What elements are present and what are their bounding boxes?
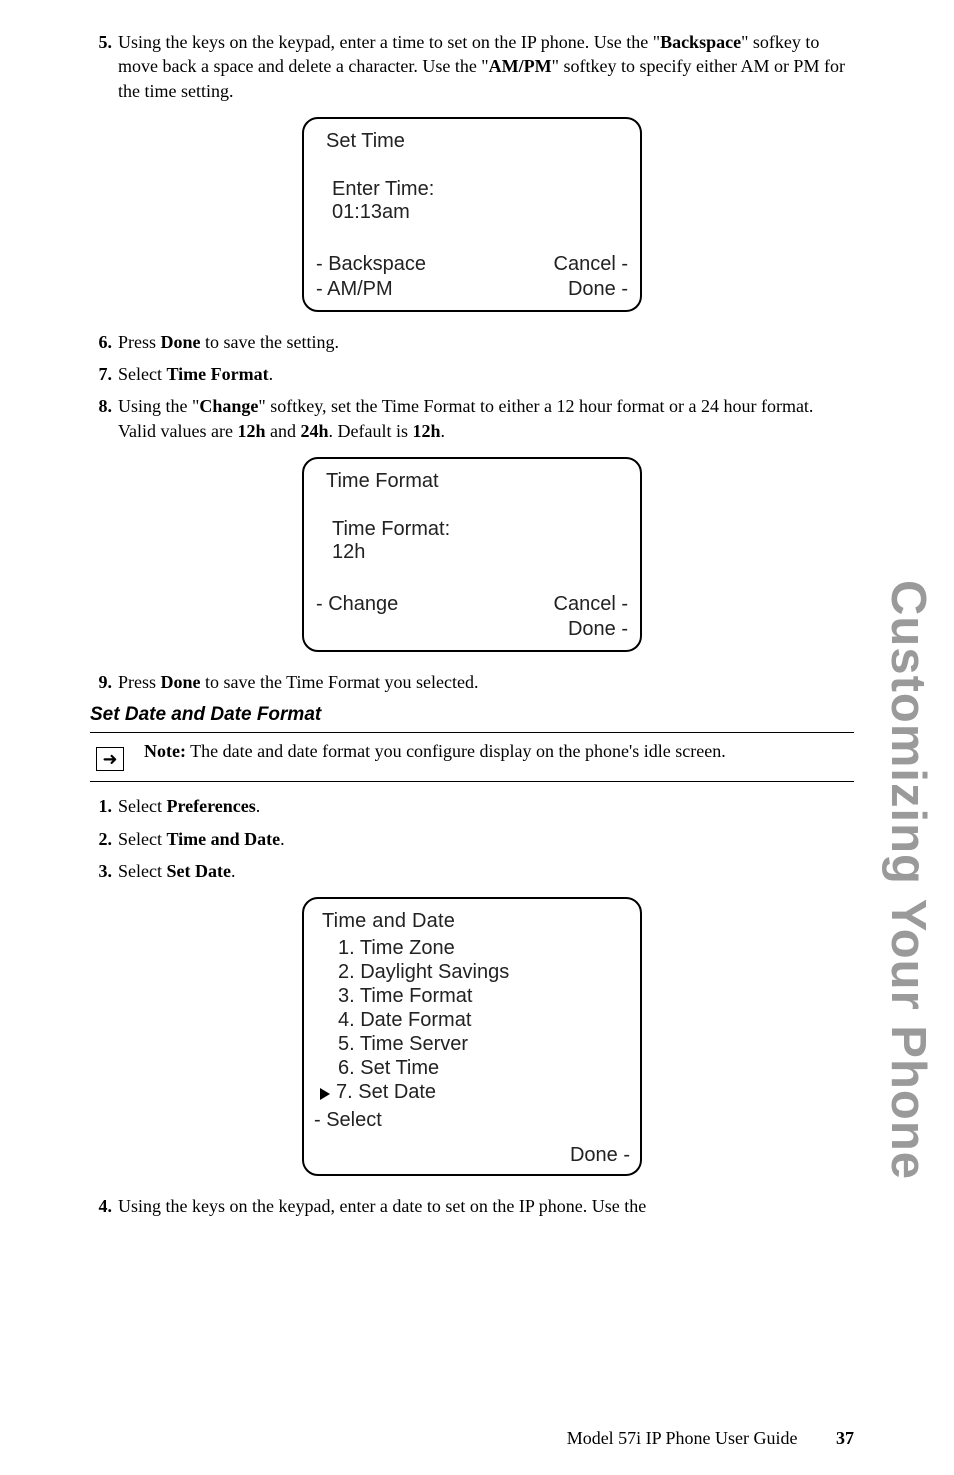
text: Using the keys on the keypad, enter a ti… (118, 32, 660, 52)
step-4b: 4. Using the keys on the keypad, enter a… (90, 1194, 854, 1218)
bold-text: Time and Date (166, 829, 280, 849)
note-label: Note: (144, 741, 186, 761)
step-text: Select Preferences. (118, 794, 854, 818)
screen-value: 01:13am (332, 201, 628, 224)
text: Press (118, 672, 161, 692)
softkey-cancel[interactable]: Cancel - (554, 592, 628, 617)
screen-title: Time Format (316, 469, 628, 494)
screen-title: Set Time (316, 129, 628, 154)
step-number: 1. (90, 794, 118, 818)
page-footer: Model 57i IP Phone User Guide 37 (567, 1428, 854, 1449)
step-8: 8. Using the "Change" softkey, set the T… (90, 394, 854, 443)
step-number: 9. (90, 670, 118, 694)
phone-screen-time-and-date: Time and Date 1. Time Zone 2. Daylight S… (302, 897, 642, 1176)
step-1b: 1. Select Preferences. (90, 794, 854, 818)
text: Select (118, 861, 166, 881)
bold-text: Done (161, 332, 201, 352)
menu-item[interactable]: 6. Set Time (338, 1056, 630, 1080)
bold-text: Change (199, 396, 258, 416)
softkey-backspace[interactable]: - Backspace (316, 252, 426, 277)
menu-item-selected[interactable]: 7. Set Date (320, 1080, 630, 1104)
softkey-change[interactable]: - Change (316, 592, 398, 617)
menu-item-label: 7. Set Date (336, 1081, 436, 1103)
text: Select (118, 796, 166, 816)
bold-text: Set Date (166, 861, 230, 881)
step-text: Press Done to save the Time Format you s… (118, 670, 854, 694)
bold-text: 12h (237, 421, 265, 441)
step-7: 7. Select Time Format. (90, 362, 854, 386)
step-6: 6. Press Done to save the setting. (90, 330, 854, 354)
text: Using the " (118, 396, 199, 416)
step-number: 8. (90, 394, 118, 443)
screen-value: 12h (332, 541, 628, 564)
softkey-ampm[interactable]: - AM/PM (316, 277, 426, 302)
step-number: 4. (90, 1194, 118, 1218)
menu-item[interactable]: 4. Date Format (338, 1008, 630, 1032)
text: . (256, 796, 261, 816)
bold-text: 12h (412, 421, 440, 441)
step-3b: 3. Select Set Date. (90, 859, 854, 883)
note-body: The date and date format you configure d… (186, 741, 726, 761)
softkey-select[interactable]: - Select (314, 1108, 630, 1133)
step-number: 3. (90, 859, 118, 883)
text: Press (118, 332, 161, 352)
text: . (440, 421, 445, 441)
text: Select (118, 829, 166, 849)
section-heading: Set Date and Date Format (90, 704, 854, 726)
step-5: 5. Using the keys on the keypad, enter a… (90, 30, 854, 103)
step-text: Select Time and Date. (118, 827, 854, 851)
side-tab: Customizing Your Phone (880, 580, 936, 1180)
screen-title: Time and Date (314, 909, 630, 934)
text: Select (118, 364, 166, 384)
bold-text: Preferences (166, 796, 255, 816)
note-text: Note: The date and date format you confi… (130, 739, 854, 771)
screen-label: Time Format: (332, 518, 628, 541)
step-text: Using the keys on the keypad, enter a ti… (118, 30, 854, 103)
menu-item[interactable]: 5. Time Server (338, 1032, 630, 1056)
note-icon: ➜ (90, 739, 130, 771)
text: and (265, 421, 300, 441)
softkey-done[interactable]: Done - (554, 617, 628, 642)
softkey-done[interactable]: Done - (314, 1143, 630, 1168)
step-text: Select Time Format. (118, 362, 854, 386)
phone-screen-set-time: Set Time Enter Time: 01:13am - Backspace… (302, 117, 642, 312)
selection-arrow-icon (320, 1080, 336, 1104)
step-number: 6. (90, 330, 118, 354)
screen-label: Enter Time: (332, 178, 628, 201)
step-text: Using the "Change" softkey, set the Time… (118, 394, 854, 443)
step-text: Using the keys on the keypad, enter a da… (118, 1194, 854, 1218)
bold-text: 24h (300, 421, 328, 441)
menu-item[interactable]: 1. Time Zone (338, 936, 630, 960)
step-number: 5. (90, 30, 118, 103)
softkey-cancel[interactable]: Cancel - (554, 252, 628, 277)
footer-title: Model 57i IP Phone User Guide (567, 1428, 798, 1448)
text: to save the setting. (201, 332, 339, 352)
text: . Default is (328, 421, 412, 441)
text: . (231, 861, 236, 881)
step-number: 2. (90, 827, 118, 851)
step-number: 7. (90, 362, 118, 386)
bold-text: Done (161, 672, 201, 692)
note-block: ➜ Note: The date and date format you con… (90, 732, 854, 782)
text: . (280, 829, 285, 849)
text: . (269, 364, 274, 384)
softkey-done[interactable]: Done - (554, 277, 628, 302)
menu-item[interactable]: 2. Daylight Savings (338, 960, 630, 984)
bold-text: Backspace (660, 32, 741, 52)
step-9: 9. Press Done to save the Time Format yo… (90, 670, 854, 694)
step-text: Press Done to save the setting. (118, 330, 854, 354)
arrow-right-icon: ➜ (102, 749, 117, 770)
menu-item[interactable]: 3. Time Format (338, 984, 630, 1008)
page-number: 37 (836, 1428, 854, 1448)
step-text: Select Set Date. (118, 859, 854, 883)
text: to save the Time Format you selected. (201, 672, 479, 692)
bold-text: Time Format (166, 364, 268, 384)
step-2b: 2. Select Time and Date. (90, 827, 854, 851)
bold-text: AM/PM (489, 56, 552, 76)
phone-screen-time-format: Time Format Time Format: 12h - Change Ca… (302, 457, 642, 652)
